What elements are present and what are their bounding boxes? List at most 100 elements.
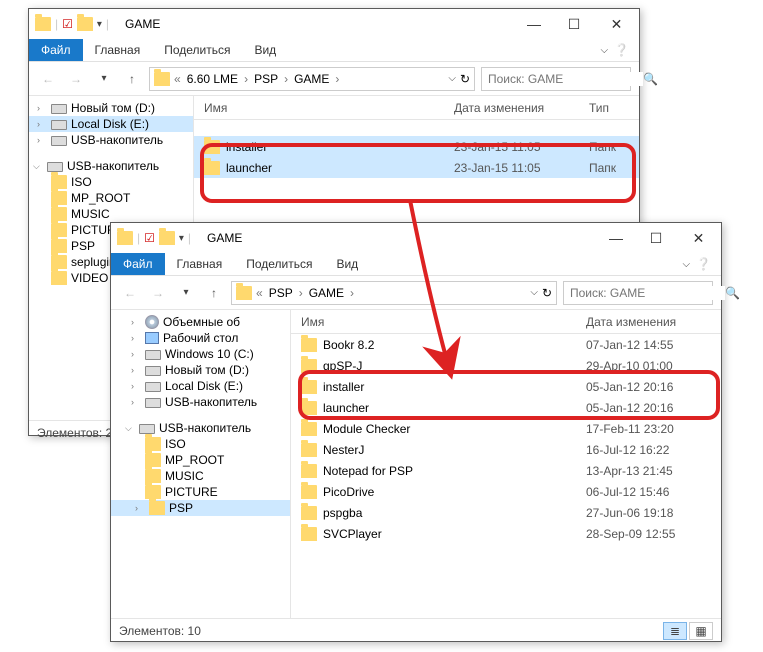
tree-item[interactable]: ›USB-накопитель [111, 394, 290, 410]
refresh-icon[interactable]: ↻ [460, 72, 470, 86]
up-button[interactable]: ↑ [203, 282, 225, 304]
list-header[interactable]: Имя Дата изменения [291, 310, 721, 334]
close-button[interactable]: ✕ [594, 9, 639, 39]
address-dropdown-icon[interactable]: ⌵ [530, 287, 538, 298]
maximize-button[interactable]: ☐ [554, 9, 594, 39]
list-row[interactable]: launcher05-Jan-12 20:16 [291, 397, 721, 418]
qat-dropdown-icon[interactable]: ▾ [179, 233, 184, 244]
list-row[interactable]: NesterJ16-Jul-12 16:22 [291, 439, 721, 460]
ribbon-collapse-icon[interactable]: ⌵ [600, 45, 608, 56]
tab-share[interactable]: Поделиться [152, 39, 242, 61]
folder-icon [51, 271, 67, 285]
forward-button[interactable]: → [147, 282, 169, 304]
tree-item[interactable]: ›Новый том (D:) [29, 100, 193, 116]
tree-item[interactable]: ⌵USB-накопитель [111, 420, 290, 436]
help-icon[interactable]: ❔ [696, 257, 711, 271]
refresh-icon[interactable]: ↻ [542, 286, 552, 300]
titlebar[interactable]: | ☑ ▾ | GAME — ☐ ✕ [111, 223, 721, 253]
titlebar[interactable]: | ☑ ▾ | GAME — ☐ ✕ [29, 9, 639, 39]
list-header[interactable]: Имя Дата изменения Тип [194, 96, 639, 120]
close-button[interactable]: ✕ [676, 223, 721, 253]
minimize-button[interactable]: — [596, 223, 636, 253]
list-row[interactable]: PicoDrive06-Jul-12 15:46 [291, 481, 721, 502]
window-title: GAME [115, 17, 514, 31]
checkbox-icon[interactable]: ☑ [62, 17, 73, 31]
window-title: GAME [197, 231, 596, 245]
breadcrumb-seg[interactable]: PSP [252, 72, 280, 86]
up-button[interactable]: ↑ [121, 68, 143, 90]
tree-item[interactable]: ›Новый том (D:) [111, 362, 290, 378]
tree-item[interactable]: MP_ROOT [111, 452, 290, 468]
col-name[interactable]: Имя [204, 101, 454, 115]
breadcrumb-seg[interactable]: GAME [307, 286, 346, 300]
list-row[interactable]: SVCPlayer28-Sep-09 12:55 [291, 523, 721, 544]
volume-icon [145, 315, 159, 329]
list-row[interactable]: installer 23-Jan-15 11:05 Папк [194, 136, 639, 157]
breadcrumb-seg[interactable]: GAME [292, 72, 331, 86]
tree-item[interactable]: PICTURE [111, 484, 290, 500]
back-button[interactable]: ← [119, 282, 141, 304]
list-row[interactable]: pspgba27-Jun-06 19:18 [291, 502, 721, 523]
tree-item[interactable]: ›Local Disk (E:) [29, 116, 193, 132]
forward-button[interactable]: → [65, 68, 87, 90]
back-button[interactable]: ← [37, 68, 59, 90]
tree-item[interactable]: ›PSP [111, 500, 290, 516]
tab-share[interactable]: Поделиться [234, 253, 324, 275]
tree-item[interactable]: ISO [111, 436, 290, 452]
address-dropdown-icon[interactable]: ⌵ [448, 73, 456, 84]
tab-home[interactable]: Главная [165, 253, 235, 275]
tree-label: ISO [165, 437, 186, 451]
tree-label: Новый том (D:) [165, 363, 249, 377]
search-box[interactable]: 🔍 [563, 281, 713, 305]
tab-view[interactable]: Вид [242, 39, 288, 61]
view-details-button[interactable]: ≣ [663, 622, 687, 640]
search-icon[interactable]: 🔍 [725, 286, 740, 300]
view-icons-button[interactable]: ▦ [689, 622, 713, 640]
tree-item[interactable]: ›Windows 10 (C:) [111, 346, 290, 362]
file-name: Module Checker [323, 422, 410, 436]
help-icon[interactable]: ❔ [614, 43, 629, 57]
minimize-button[interactable]: — [514, 9, 554, 39]
tab-view[interactable]: Вид [324, 253, 370, 275]
tab-home[interactable]: Главная [83, 39, 153, 61]
address-bar[interactable]: « 6.60 LME › PSP › GAME › ⌵ ↻ [149, 67, 475, 91]
file-list[interactable]: Имя Дата изменения Bookr 8.207-Jan-12 14… [291, 310, 721, 618]
ribbon-collapse-icon[interactable]: ⌵ [682, 259, 690, 270]
col-date[interactable]: Дата изменения [586, 315, 721, 329]
search-input[interactable] [570, 286, 725, 300]
breadcrumb-seg[interactable]: 6.60 LME [185, 72, 240, 86]
folder-icon [145, 437, 161, 451]
checkbox-icon[interactable]: ☑ [144, 231, 155, 245]
history-dropdown[interactable]: ▾ [175, 282, 197, 304]
folder-icon [145, 453, 161, 467]
list-row[interactable]: launcher 23-Jan-15 11:05 Папк [194, 157, 639, 178]
maximize-button[interactable]: ☐ [636, 223, 676, 253]
nav-tree[interactable]: ›Объемные об ›Рабочий стол ›Windows 10 (… [111, 310, 291, 618]
tree-item[interactable]: MUSIC [111, 468, 290, 484]
col-name[interactable]: Имя [301, 315, 586, 329]
list-row[interactable]: Notepad for PSP13-Apr-13 21:45 [291, 460, 721, 481]
address-bar[interactable]: « PSP › GAME › ⌵ ↻ [231, 281, 557, 305]
col-type[interactable]: Тип [589, 101, 639, 115]
drive-icon [47, 162, 63, 172]
tab-file[interactable]: Файл [29, 39, 83, 61]
tree-item[interactable]: ›Рабочий стол [111, 330, 290, 346]
list-row[interactable]: Module Checker17-Feb-11 23:20 [291, 418, 721, 439]
breadcrumb-seg[interactable]: PSP [267, 286, 295, 300]
tree-item[interactable]: ›Local Disk (E:) [111, 378, 290, 394]
search-icon[interactable]: 🔍 [643, 72, 658, 86]
list-row[interactable]: gpSP-J29-Apr-10 01:00 [291, 355, 721, 376]
file-name: Notepad for PSP [323, 464, 413, 478]
list-row[interactable]: Bookr 8.207-Jan-12 14:55 [291, 334, 721, 355]
tab-file[interactable]: Файл [111, 253, 165, 275]
qat-dropdown-icon[interactable]: ▾ [97, 19, 102, 30]
list-row[interactable]: installer05-Jan-12 20:16 [291, 376, 721, 397]
history-dropdown[interactable]: ▾ [93, 68, 115, 90]
ribbon-tabs: Файл Главная Поделиться Вид ⌵ ❔ [111, 253, 721, 276]
file-name: launcher [323, 401, 369, 415]
col-date[interactable]: Дата изменения [454, 101, 589, 115]
search-box[interactable]: 🔍 [481, 67, 631, 91]
search-input[interactable] [488, 72, 643, 86]
tree-item[interactable]: ›Объемные об [111, 314, 290, 330]
tree-item[interactable]: ›USB-накопитель [29, 132, 193, 148]
